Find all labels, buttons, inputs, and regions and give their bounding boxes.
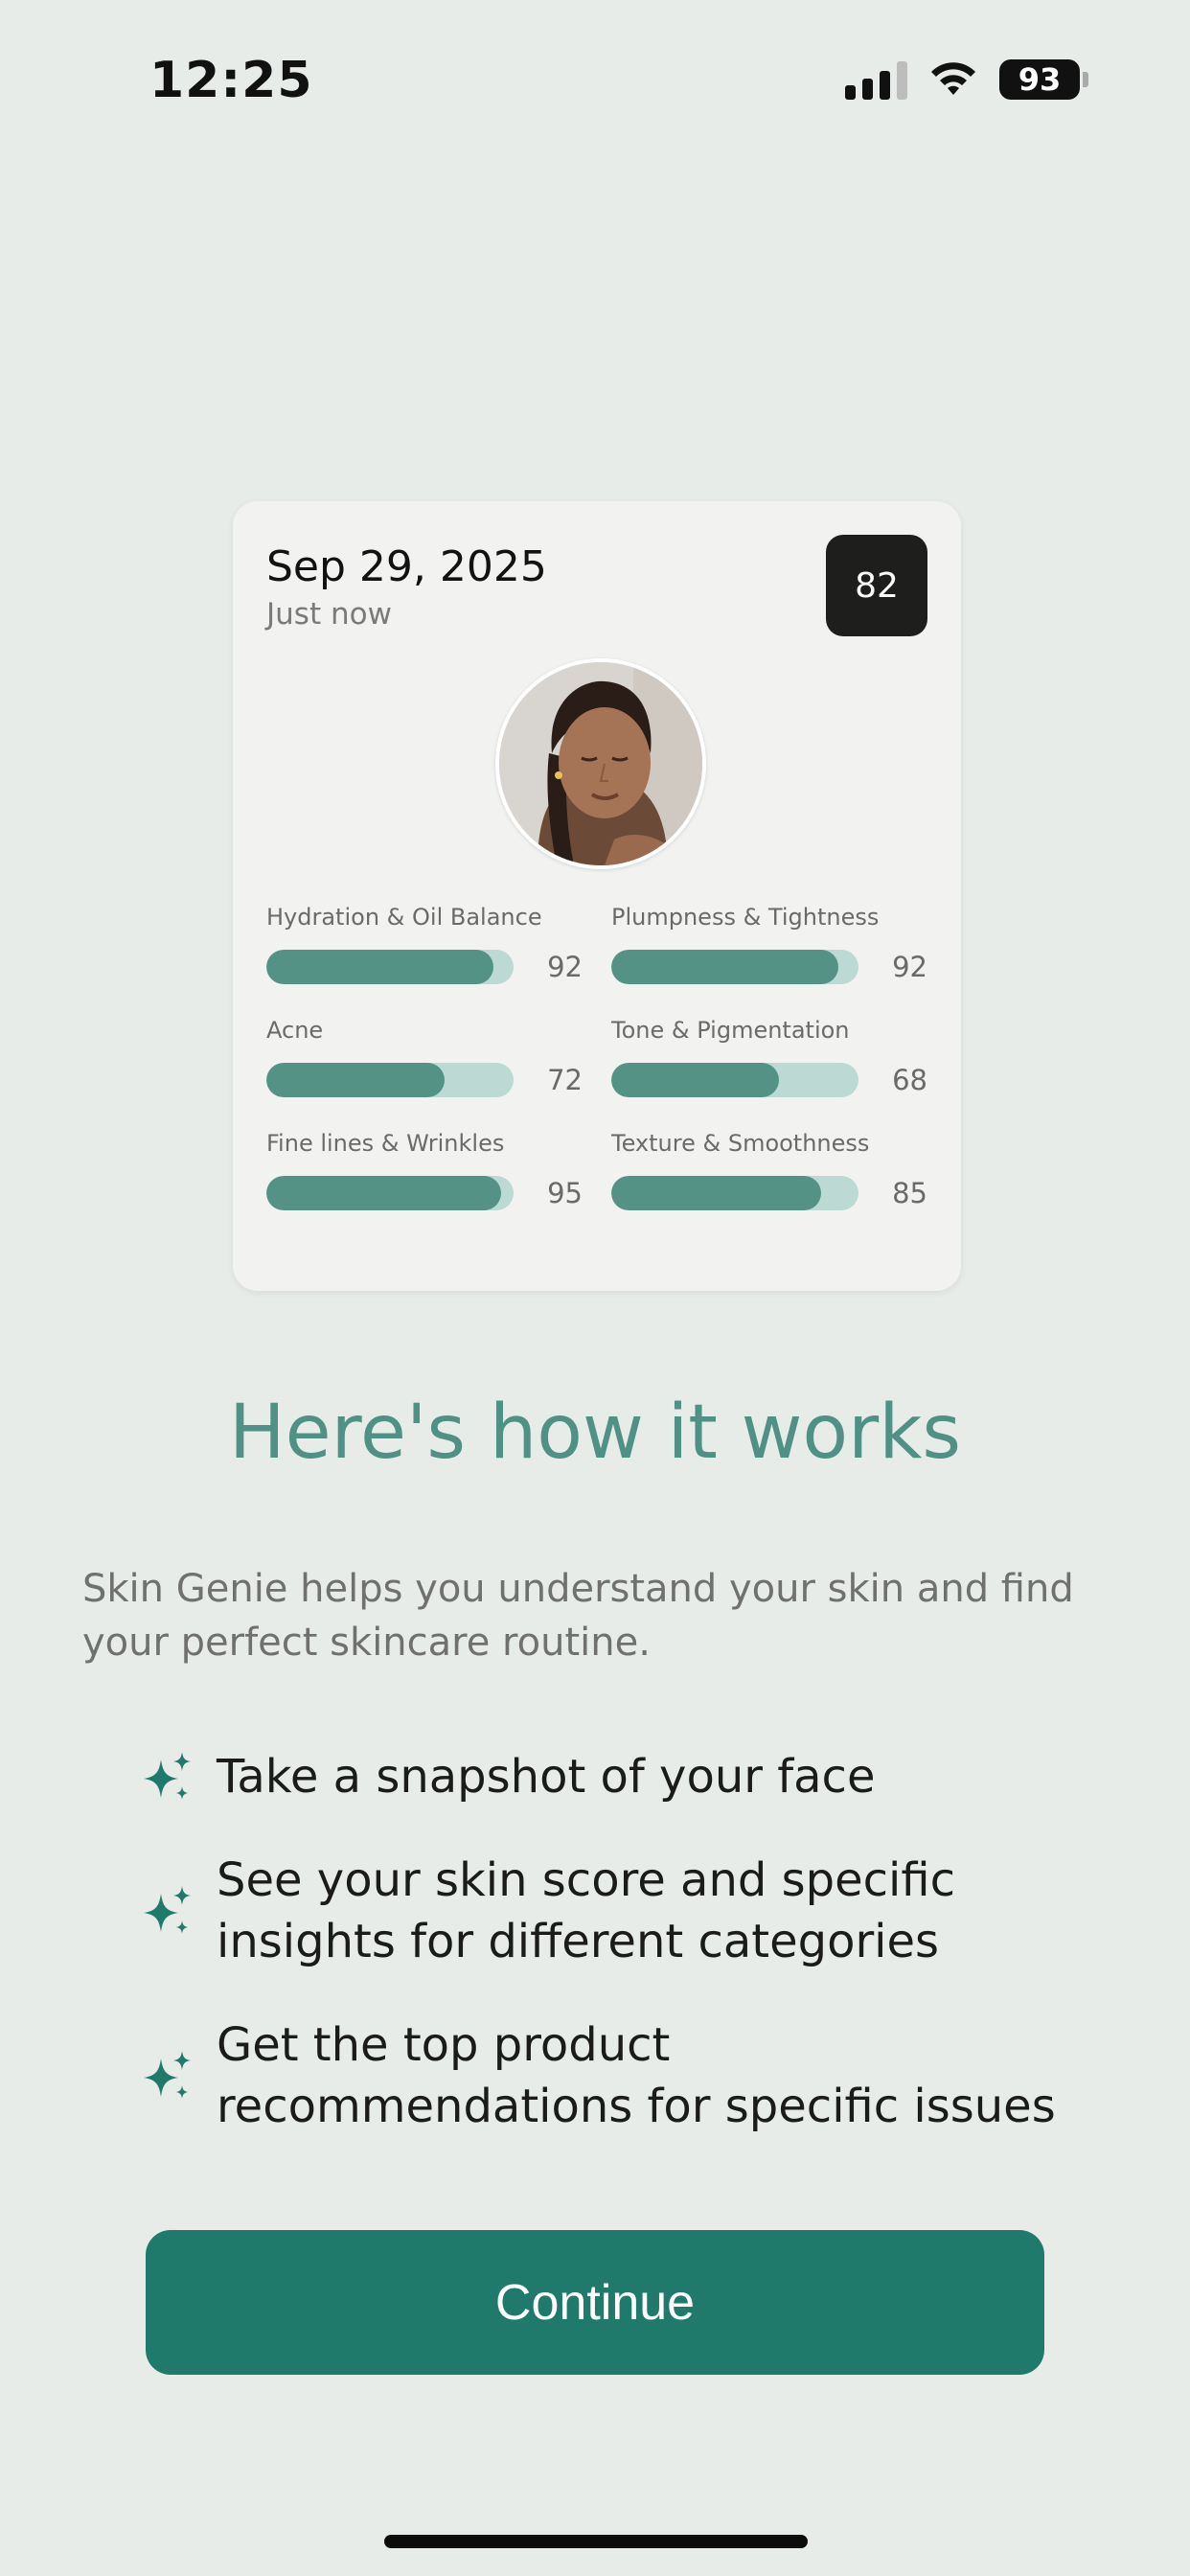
metric-label: Hydration & Oil Balance <box>266 904 542 931</box>
metric-bar-fill <box>611 1063 780 1097</box>
face-photo <box>495 658 706 869</box>
list-item: Get the top product recommendations for … <box>140 2014 1079 2137</box>
skin-score-card: Sep 29, 2025 Just now 82 Hydration & Oil… <box>233 501 961 1291</box>
metric-bar-fill <box>611 950 839 984</box>
metric-bar-fill <box>611 1176 822 1210</box>
scan-date: Sep 29, 2025 <box>266 542 547 591</box>
battery-level: 93 <box>999 59 1080 100</box>
metric-bar <box>611 950 858 984</box>
overall-score-badge: 82 <box>826 535 927 636</box>
skin-metrics-grid: Hydration & Oil Balance 92 Plumpness & T… <box>266 904 927 1210</box>
sparkle-icon <box>144 2051 191 2099</box>
wifi-icon <box>931 62 975 95</box>
metric-label: Plumpness & Tightness <box>611 904 880 931</box>
page-title: Here's how it works <box>228 1390 962 1476</box>
metric-bar <box>611 1063 858 1097</box>
metric-fine-lines: Fine lines & Wrinkles 95 <box>266 1130 583 1210</box>
battery-icon: 93 <box>999 59 1088 100</box>
metric-bar <box>266 1063 514 1097</box>
metric-value: 92 <box>547 951 583 983</box>
metric-plumpness: Plumpness & Tightness 92 <box>611 904 927 984</box>
metric-label: Acne <box>266 1017 324 1044</box>
status-icons: 93 <box>845 59 1088 100</box>
status-time: 12:25 <box>149 52 313 109</box>
metric-tone: Tone & Pigmentation 68 <box>611 1017 927 1097</box>
metric-bar <box>266 950 514 984</box>
metric-hydration: Hydration & Oil Balance 92 <box>266 904 583 984</box>
sparkle-icon <box>144 1886 191 1934</box>
list-item: Take a snapshot of your face <box>140 1746 1079 1807</box>
intro-text: Skin Genie helps you understand your ski… <box>82 1567 1074 1665</box>
cellular-signal-icon <box>845 59 907 100</box>
metric-value: 85 <box>892 1177 927 1209</box>
metric-bar-fill <box>266 1063 445 1097</box>
metric-value: 72 <box>547 1064 583 1096</box>
metric-label: Tone & Pigmentation <box>611 1017 850 1044</box>
metric-value: 92 <box>892 951 927 983</box>
continue-button[interactable]: Continue <box>146 2230 1044 2375</box>
metric-value: 68 <box>892 1064 927 1096</box>
home-indicator[interactable] <box>384 2535 808 2548</box>
metric-texture: Texture & Smoothness 85 <box>611 1130 927 1210</box>
metric-label: Fine lines & Wrinkles <box>266 1130 505 1157</box>
list-item: See your skin score and specific insight… <box>140 1850 1079 1972</box>
feature-text: Get the top product recommendations for … <box>217 2018 1056 2133</box>
metric-bar <box>611 1176 858 1210</box>
metric-label: Texture & Smoothness <box>611 1130 870 1157</box>
metric-bar-fill <box>266 1176 502 1210</box>
scan-time-label: Just now <box>266 597 392 632</box>
metric-acne: Acne 72 <box>266 1017 583 1097</box>
feature-text: Take a snapshot of your face <box>217 1750 876 1804</box>
metric-bar <box>266 1176 514 1210</box>
sparkle-icon <box>144 1752 191 1800</box>
metric-value: 95 <box>547 1177 583 1209</box>
feature-list: Take a snapshot of your face See your sk… <box>140 1746 1079 2179</box>
metric-bar-fill <box>266 950 494 984</box>
feature-text: See your skin score and specific insight… <box>217 1853 955 1968</box>
